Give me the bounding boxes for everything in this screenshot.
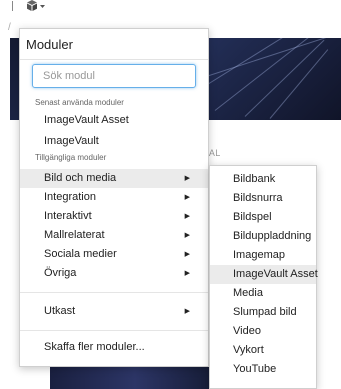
category-integration[interactable]: Integration ▶ — [20, 188, 208, 207]
category-label: Mallrelaterat — [44, 229, 105, 241]
category-label: Sociala medier — [44, 248, 117, 260]
category-label: Bild och media — [44, 172, 117, 184]
submenu-item-imagevault-asset[interactable]: ImageVault Asset — [210, 265, 318, 284]
submenu-arrow-icon: ▶ — [184, 308, 190, 315]
breadcrumb-separator: / — [8, 22, 11, 33]
submenu-item-vykort[interactable]: Vykort — [210, 341, 316, 360]
submenu-arrow-icon: ▶ — [184, 194, 190, 201]
category-interaktivt[interactable]: Interaktivt ▶ — [20, 207, 208, 226]
submenu-item-bildbank[interactable]: Bildbank — [210, 170, 316, 189]
submenu-arrow-icon: ▶ — [184, 232, 190, 239]
submenu-item-youtube[interactable]: YouTube — [210, 360, 316, 379]
submenu-arrow-icon: ▶ — [184, 270, 190, 277]
drafts-label: Utkast — [44, 305, 76, 317]
submenu-arrow-icon: ▶ — [184, 175, 190, 182]
get-more-modules-link[interactable]: Skaffa fler moduler... — [20, 338, 208, 357]
category-label: Interaktivt — [44, 210, 92, 222]
submenu-item-video[interactable]: Video — [210, 322, 316, 341]
recent-modules-label: Senast använda moduler — [35, 98, 124, 107]
submenu-item-slumpad-bild[interactable]: Slumpad bild — [210, 303, 316, 322]
recent-item-imagevault[interactable]: ImageVault — [20, 132, 208, 151]
submenu-arrow-icon: ▶ — [184, 251, 190, 258]
submenu-item-imagemap[interactable]: Imagemap — [210, 246, 316, 265]
menu-divider — [20, 292, 208, 293]
editor-toolbar — [0, 0, 341, 14]
category-bild-och-media[interactable]: Bild och media ▶ — [20, 169, 208, 188]
module-cube-icon — [27, 0, 45, 11]
submenu-item-media[interactable]: Media — [210, 284, 316, 303]
submenu-item-bildsnurra[interactable]: Bildsnurra — [210, 189, 316, 208]
caret-down-icon — [40, 5, 45, 8]
modules-menu: Moduler Senast använda moduler ImageVaul… — [19, 28, 209, 367]
menu-divider — [20, 330, 208, 331]
module-search-input[interactable] — [32, 64, 196, 88]
submenu-item-bildspel[interactable]: Bildspel — [210, 208, 316, 227]
menu-title: Moduler — [20, 29, 208, 60]
available-modules-label: Tillgängliga moduler — [35, 153, 107, 162]
module-menu-button[interactable] — [26, 0, 48, 12]
category-ovriga[interactable]: Övriga ▶ — [20, 264, 208, 283]
recent-item-imagevault-asset[interactable]: ImageVault Asset — [20, 111, 208, 130]
toolbar-divider — [12, 1, 13, 11]
bild-och-media-submenu: Bildbank Bildsnurra Bildspel Bilduppladd… — [209, 165, 318, 389]
submenu-item-bilduppladdning[interactable]: Bilduppladdning — [210, 227, 316, 246]
category-label: Övriga — [44, 267, 77, 279]
submenu-arrow-icon: ▶ — [184, 213, 190, 220]
drafts-item[interactable]: Utkast ▶ — [20, 302, 208, 321]
category-label: Integration — [44, 191, 96, 203]
category-mallrelaterat[interactable]: Mallrelaterat ▶ — [20, 226, 208, 245]
category-sociala-medier[interactable]: Sociala medier ▶ — [20, 245, 208, 264]
